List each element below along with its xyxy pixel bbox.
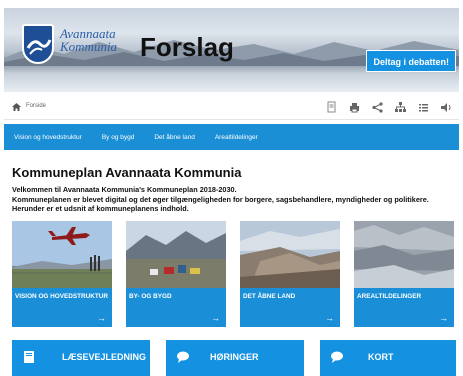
card-label: DET ÅBNE LAND	[243, 293, 296, 300]
intro-line-3: Herunder er et udsnit af kommuneplanens …	[12, 204, 189, 213]
home-icon[interactable]	[12, 103, 21, 111]
card-vision[interactable]: VISION OG HOVEDSTRUKTUR →	[12, 221, 112, 327]
pdf-icon[interactable]	[325, 101, 338, 114]
tile-laesevejledning[interactable]: LÆSEVEJLEDNING	[12, 340, 150, 376]
quicklinks: LÆSEVEJLEDNING HØRINGER KORT	[12, 340, 456, 376]
card-image-aerial	[354, 221, 454, 288]
nav-item-arealtildelinger[interactable]: Arealtildelinger	[215, 134, 258, 141]
intro-text: Velkommen til Avannaata Kommunia's Kommu…	[12, 185, 452, 214]
hero-banner: Avannaata Kommunia Forslag Deltag i deba…	[4, 8, 459, 92]
share-icon[interactable]	[371, 101, 384, 114]
nav-item-det-abne-land[interactable]: Det åbne land	[154, 134, 194, 141]
speaker-icon[interactable]	[440, 101, 453, 114]
card-arealtildelinger[interactable]: AREALTILDELINGER →	[354, 221, 454, 327]
breadcrumb[interactable]: Forside	[26, 103, 46, 109]
tile-label: HØRINGER	[210, 352, 259, 362]
join-debate-button[interactable]: Deltag i debatten!	[366, 50, 456, 72]
card-det-abne-land[interactable]: DET ÅBNE LAND →	[240, 221, 340, 327]
sitemap-icon[interactable]	[394, 101, 407, 114]
intro-line-2: Kommuneplanen er blevet digital og det ø…	[12, 194, 429, 204]
nav-item-vision[interactable]: Vision og hovedstruktur	[14, 134, 82, 141]
content-heading: Kommuneplan Avannaata Kommunia	[12, 165, 242, 180]
print-icon[interactable]	[348, 101, 361, 114]
arrow-right-icon: →	[211, 313, 220, 323]
card-label: AREALTILDELINGER	[357, 293, 422, 300]
arrow-right-icon: →	[325, 313, 334, 323]
card-label: VISION OG HOVEDSTRUKTUR	[15, 293, 109, 300]
logo-text: Avannaata Kommunia	[60, 27, 117, 53]
nav-item-by-og-bygd[interactable]: By og bygd	[102, 134, 135, 141]
arrow-right-icon: →	[439, 313, 448, 323]
card-image-airplane	[12, 221, 112, 288]
list-icon[interactable]	[417, 101, 430, 114]
logo-line-2: Kommunia	[60, 39, 118, 54]
arrow-right-icon: →	[97, 313, 106, 323]
card-by-og-bygd[interactable]: BY- OG BYGD →	[126, 221, 226, 327]
tile-horinger[interactable]: HØRINGER	[166, 340, 304, 376]
tile-kort[interactable]: KORT	[320, 340, 456, 376]
main-nav: Vision og hovedstruktur By og bygd Det å…	[4, 124, 459, 150]
chat-icon	[176, 350, 190, 369]
page-title: Forslag	[140, 32, 234, 62]
tile-label: KORT	[368, 352, 394, 362]
logo[interactable]: Avannaata Kommunia	[22, 24, 152, 70]
toolbar: Forside	[4, 96, 459, 120]
book-icon	[22, 350, 36, 369]
card-image-town	[126, 221, 226, 288]
card-grid: VISION OG HOVEDSTRUKTUR → BY- OG BYGD →	[12, 221, 456, 327]
card-label: BY- OG BYGD	[129, 293, 172, 300]
coat-of-arms-icon	[22, 24, 54, 64]
card-image-landscape	[240, 221, 340, 288]
intro-line-1: Velkommen til Avannaata Kommunia's Kommu…	[12, 185, 237, 194]
tile-label: LÆSEVEJLEDNING	[62, 352, 147, 362]
toolbar-actions	[325, 101, 453, 114]
chat-icon	[330, 350, 344, 369]
